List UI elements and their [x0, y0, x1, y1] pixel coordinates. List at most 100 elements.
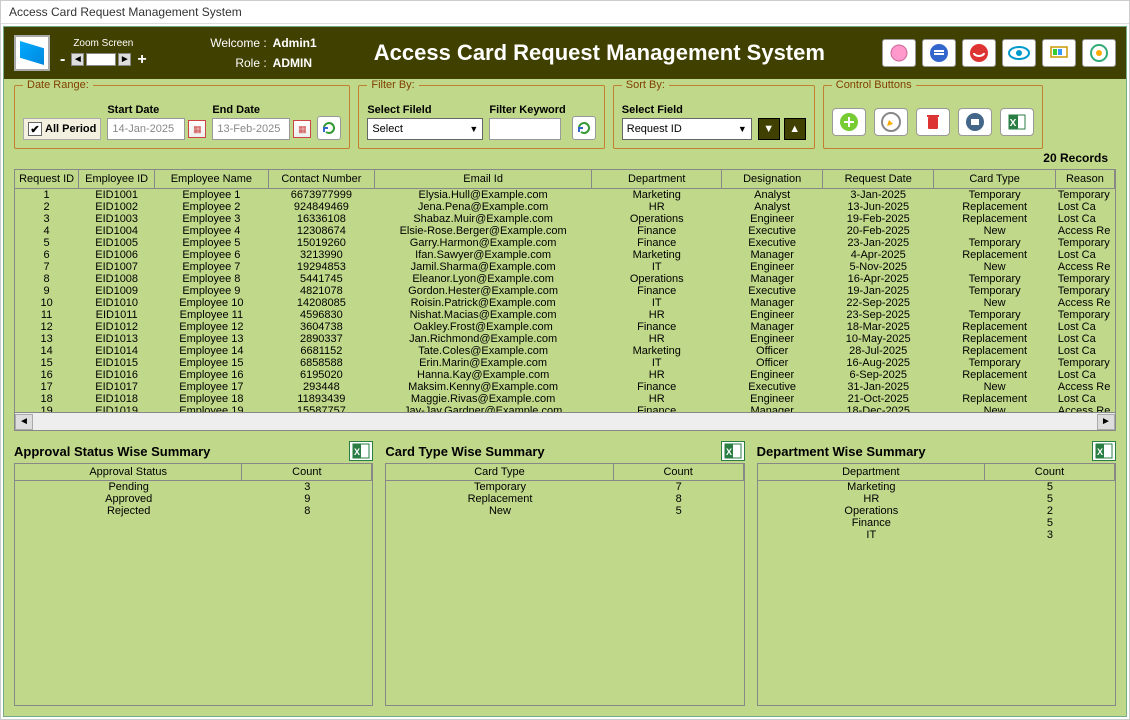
end-date-calendar-icon[interactable]: ▦	[293, 120, 311, 138]
grid-cell: Access Re	[1056, 405, 1115, 412]
table-row[interactable]: 2EID1002Employee 2924849469Jena.Pena@Exa…	[15, 201, 1115, 213]
date-refresh-button[interactable]	[317, 116, 341, 140]
grid-body[interactable]: 1EID1001Employee 16673977999Elysia.Hull@…	[15, 189, 1115, 412]
table-row[interactable]: 17EID1017Employee 17293448Maksim.Kenny@E…	[15, 381, 1115, 393]
summary-column-header[interactable]: Count	[985, 464, 1115, 480]
table-row[interactable]: 14EID1014Employee 146681152Tate.Coles@Ex…	[15, 345, 1115, 357]
table-row[interactable]: 3EID1003Employee 316336108Shabaz.Muir@Ex…	[15, 213, 1115, 225]
department-summary-body[interactable]: Marketing5HR5Operations2Finance5IT3	[758, 481, 1115, 541]
summary-column-header[interactable]: Count	[614, 464, 744, 480]
start-date-input[interactable]	[107, 118, 185, 140]
grid-column-header[interactable]: Request ID	[15, 170, 79, 188]
header-icon-3[interactable]	[962, 39, 996, 67]
grid-cell: EID1013	[79, 333, 155, 345]
sort-asc-button[interactable]: ▲	[784, 118, 806, 140]
table-row[interactable]: 1EID1001Employee 16673977999Elysia.Hull@…	[15, 189, 1115, 201]
summary-row[interactable]: New5	[386, 505, 743, 517]
department-export-button[interactable]: X	[1092, 441, 1116, 461]
table-row[interactable]: 12EID1012Employee 123604738Oakley.Frost@…	[15, 321, 1115, 333]
grid-column-header[interactable]: Reason	[1056, 170, 1115, 188]
grid-cell: Temporary	[934, 189, 1055, 201]
summary-row[interactable]: Pending3	[15, 481, 372, 493]
grid-cell: New	[934, 381, 1055, 393]
scroll-left-button[interactable]: ◄	[15, 414, 33, 430]
export-excel-button[interactable]: X	[1000, 108, 1034, 136]
sort-desc-button[interactable]: ▼	[758, 118, 780, 140]
table-row[interactable]: 9EID1009Employee 94821078Gordon.Hester@E…	[15, 285, 1115, 297]
table-row[interactable]: 8EID1008Employee 85441745Eleanor.Lyon@Ex…	[15, 273, 1115, 285]
grid-column-header[interactable]: Department	[592, 170, 722, 188]
table-row[interactable]: 19EID1019Employee 1915587757Jay-Jay.Gard…	[15, 405, 1115, 412]
zoom-track[interactable]	[86, 53, 116, 66]
summary-row[interactable]: IT3	[758, 529, 1115, 541]
approval-export-button[interactable]: X	[349, 441, 373, 461]
summary-row[interactable]: Temporary7	[386, 481, 743, 493]
header-icon-1[interactable]	[882, 39, 916, 67]
summary-column-header[interactable]: Count	[242, 464, 372, 480]
grid-cell: Tate.Coles@Example.com	[375, 345, 592, 357]
grid-cell: 15019260	[269, 237, 376, 249]
filter-field-select[interactable]: Select ▼	[367, 118, 483, 140]
table-row[interactable]: 6EID1006Employee 63213990Ifan.Sawyer@Exa…	[15, 249, 1115, 261]
summary-row[interactable]: Approved9	[15, 493, 372, 505]
table-row[interactable]: 7EID1007Employee 719294853Jamil.Sharma@E…	[15, 261, 1115, 273]
table-row[interactable]: 16EID1016Employee 166195020Hanna.Kay@Exa…	[15, 369, 1115, 381]
zoom-in-button[interactable]: +	[133, 51, 150, 69]
cardtype-summary-body[interactable]: Temporary7Replacement8New5	[386, 481, 743, 517]
grid-cell: EID1006	[79, 249, 155, 261]
grid-column-header[interactable]: Employee ID	[79, 170, 155, 188]
summary-row[interactable]: HR5	[758, 493, 1115, 505]
all-period-checkbox-wrap[interactable]: ✔ All Period	[23, 118, 101, 140]
summary-row[interactable]: Replacement8	[386, 493, 743, 505]
edit-button[interactable]	[874, 108, 908, 136]
grid-hscroll[interactable]: ◄ ►	[15, 412, 1115, 430]
summary-row[interactable]: Operations2	[758, 505, 1115, 517]
add-button[interactable]	[832, 108, 866, 136]
table-row[interactable]: 13EID1013Employee 132890337Jan.Richmond@…	[15, 333, 1115, 345]
filter-keyword-label: Filter Keyword	[489, 104, 565, 116]
window-title: Access Card Request Management System	[9, 5, 242, 19]
summary-column-header[interactable]: Department	[758, 464, 985, 480]
summary-column-header[interactable]: Card Type	[386, 464, 613, 480]
summary-row[interactable]: Finance5	[758, 517, 1115, 529]
zoom-next-button[interactable]: ►	[118, 53, 131, 66]
summary-row[interactable]: Rejected8	[15, 505, 372, 517]
start-date-calendar-icon[interactable]: ▦	[188, 120, 206, 138]
table-row[interactable]: 10EID1010Employee 1014208085Roisin.Patri…	[15, 297, 1115, 309]
grid-cell: Roisin.Patrick@Example.com	[375, 297, 592, 309]
grid-column-header[interactable]: Contact Number	[269, 170, 376, 188]
grid-cell: 20-Feb-2025	[823, 225, 934, 237]
approval-summary-body[interactable]: Pending3Approved9Rejected8	[15, 481, 372, 517]
table-row[interactable]: 5EID1005Employee 515019260Garry.Harmon@E…	[15, 237, 1115, 249]
filter-keyword-input[interactable]	[489, 118, 561, 140]
header-icon-6[interactable]	[1082, 39, 1116, 67]
header-icon-4[interactable]	[1002, 39, 1036, 67]
sort-field-select[interactable]: Request ID ▼	[622, 118, 752, 140]
header-icon-2[interactable]	[922, 39, 956, 67]
end-date-input[interactable]	[212, 118, 290, 140]
zoom-out-button[interactable]: -	[56, 51, 69, 69]
zoom-prev-button[interactable]: ◄	[71, 53, 84, 66]
filter-apply-button[interactable]	[572, 116, 596, 140]
grid-column-header[interactable]: Designation	[722, 170, 823, 188]
grid-cell: 5-Nov-2025	[823, 261, 934, 273]
grid-column-header[interactable]: Employee Name	[155, 170, 268, 188]
table-row[interactable]: 4EID1004Employee 412308674Elsie-Rose.Ber…	[15, 225, 1115, 237]
grid-column-header[interactable]: Email Id	[375, 170, 592, 188]
cardtype-summary-title: Card Type Wise Summary	[385, 444, 544, 459]
summary-column-header[interactable]: Approval Status	[15, 464, 242, 480]
grid-column-header[interactable]: Card Type	[934, 170, 1055, 188]
header-icon-5[interactable]	[1042, 39, 1076, 67]
scroll-right-button[interactable]: ►	[1097, 414, 1115, 430]
summary-row[interactable]: Marketing5	[758, 481, 1115, 493]
grid-cell: Marketing	[592, 345, 722, 357]
grid-column-header[interactable]: Request Date	[823, 170, 934, 188]
delete-button[interactable]	[916, 108, 950, 136]
cardtype-export-button[interactable]: X	[721, 441, 745, 461]
print-button[interactable]	[958, 108, 992, 136]
all-period-checkbox[interactable]: ✔	[28, 122, 42, 136]
grid-cell: Finance	[592, 237, 722, 249]
table-row[interactable]: 11EID1011Employee 114596830Nishat.Macias…	[15, 309, 1115, 321]
table-row[interactable]: 15EID1015Employee 156858588Erin.Marin@Ex…	[15, 357, 1115, 369]
table-row[interactable]: 18EID1018Employee 1811893439Maggie.Rivas…	[15, 393, 1115, 405]
